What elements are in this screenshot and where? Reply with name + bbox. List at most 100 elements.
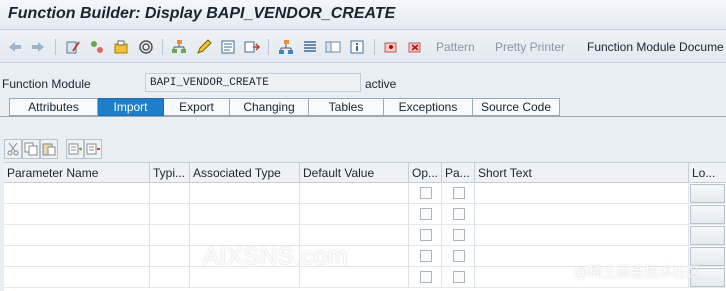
application-toolbar: Pattern Pretty Printer Function Module D… — [0, 31, 726, 63]
function-module-status: active — [365, 77, 397, 91]
column-header-parameter-name[interactable]: Parameter Name — [4, 163, 150, 183]
navigate-icon[interactable] — [243, 38, 261, 56]
column-header-optional[interactable]: Op... — [409, 163, 442, 183]
short-text-cell[interactable] — [475, 183, 689, 204]
optional-cell — [409, 204, 442, 225]
table-row — [4, 183, 726, 204]
set-breakpoint-icon[interactable] — [382, 38, 400, 56]
long-text-button[interactable] — [690, 226, 725, 245]
long-text-cell — [689, 204, 726, 225]
associated-type-cell[interactable] — [190, 183, 300, 204]
pass-value-cell — [442, 225, 475, 246]
optional-checkbox[interactable] — [420, 208, 432, 220]
where-used-icon[interactable] — [137, 38, 155, 56]
parameter-name-cell[interactable] — [4, 267, 150, 288]
function-module-documentation-button[interactable]: Function Module Docume — [587, 40, 724, 54]
pretty-printer-button[interactable]: Pretty Printer — [495, 40, 565, 54]
default-value-cell[interactable] — [300, 183, 409, 204]
function-module-row: Function Module BAPI_VENDOR_CREATE activ… — [0, 72, 726, 94]
cut-icon[interactable] — [4, 139, 22, 159]
pattern-button[interactable]: Pattern — [436, 40, 475, 54]
long-text-cell — [689, 183, 726, 204]
pass-value-cell — [442, 204, 475, 225]
display-object-list-icon[interactable] — [219, 38, 237, 56]
tab-import[interactable]: Import — [98, 98, 164, 116]
tab-attributes[interactable]: Attributes — [9, 98, 98, 116]
optional-checkbox[interactable] — [420, 250, 432, 262]
insert-row-icon[interactable] — [66, 139, 84, 159]
edit-icon[interactable] — [195, 38, 213, 56]
associated-type-cell[interactable] — [190, 204, 300, 225]
delete-breakpoint-icon[interactable] — [406, 38, 424, 56]
parameter-name-cell[interactable] — [4, 246, 150, 267]
long-text-button[interactable] — [690, 184, 725, 203]
toolbar-separator — [374, 39, 375, 55]
display-change-icon[interactable] — [64, 38, 82, 56]
column-header-long-text[interactable]: Lo... — [689, 163, 726, 183]
hierarchy-icon[interactable] — [170, 38, 188, 56]
function-module-field[interactable]: BAPI_VENDOR_CREATE — [145, 73, 361, 92]
tab-strip: Attributes Import Export Changing Tables… — [9, 98, 560, 116]
typing-cell[interactable] — [150, 183, 190, 204]
info-icon[interactable] — [348, 38, 366, 56]
stack-icon[interactable] — [301, 38, 319, 56]
long-text-button[interactable] — [690, 205, 725, 224]
title-bar: Function Builder: Display BAPI_VENDOR_CR… — [0, 0, 726, 30]
typing-cell[interactable] — [150, 246, 190, 267]
short-text-cell[interactable] — [475, 225, 689, 246]
long-text-cell — [689, 225, 726, 246]
tab-export[interactable]: Export — [164, 98, 230, 116]
pass-value-cell — [442, 183, 475, 204]
default-value-cell[interactable] — [300, 204, 409, 225]
pass-value-checkbox[interactable] — [453, 271, 465, 283]
column-header-associated-type[interactable]: Associated Type — [190, 163, 300, 183]
pass-value-cell — [442, 267, 475, 288]
back-arrow-icon[interactable] — [7, 38, 23, 56]
active-inactive-icon[interactable] — [88, 38, 106, 56]
column-header-short-text[interactable]: Short Text — [475, 163, 689, 183]
tab-changing[interactable]: Changing — [230, 98, 309, 116]
toolbar-separator — [268, 39, 269, 55]
pass-value-checkbox[interactable] — [453, 250, 465, 262]
table-row — [4, 204, 726, 225]
forward-arrow-icon[interactable] — [30, 38, 46, 56]
window-title: Function Builder: Display BAPI_VENDOR_CR… — [8, 5, 396, 22]
short-text-cell[interactable] — [475, 204, 689, 225]
frame-icon[interactable] — [324, 38, 342, 56]
parameter-name-cell[interactable] — [4, 225, 150, 246]
pass-value-cell — [442, 246, 475, 267]
table-row — [4, 225, 726, 246]
pass-value-checkbox[interactable] — [453, 229, 465, 241]
optional-checkbox[interactable] — [420, 229, 432, 241]
column-header-pass-value[interactable]: Pa... — [442, 163, 475, 183]
paste-icon[interactable] — [40, 139, 58, 159]
parameter-name-cell[interactable] — [4, 183, 150, 204]
function-module-label: Function Module — [2, 77, 91, 91]
optional-cell — [409, 246, 442, 267]
optional-cell — [409, 225, 442, 246]
pass-value-checkbox[interactable] — [453, 187, 465, 199]
optional-checkbox[interactable] — [420, 187, 432, 199]
watermark-text: AIXSNS.com — [203, 243, 349, 270]
column-header-typing[interactable]: Typi... — [150, 163, 190, 183]
optional-checkbox[interactable] — [420, 271, 432, 283]
tab-exceptions[interactable]: Exceptions — [384, 98, 473, 116]
typing-cell[interactable] — [150, 225, 190, 246]
typing-cell[interactable] — [150, 204, 190, 225]
tab-tables[interactable]: Tables — [309, 98, 384, 116]
toolbar-separator — [55, 39, 56, 55]
tab-source-code[interactable]: Source Code — [473, 98, 560, 116]
delete-row-icon[interactable] — [84, 139, 102, 159]
other-object-icon[interactable] — [112, 38, 130, 56]
typing-cell[interactable] — [150, 267, 190, 288]
table-toolbar — [4, 138, 102, 160]
object-tree-icon[interactable] — [277, 38, 295, 56]
table-header: Parameter Name Typi... Associated Type D… — [4, 163, 726, 183]
column-header-default-value[interactable]: Default Value — [300, 163, 409, 183]
watermark-secondary-text: @稀土掘金技术社区 — [574, 264, 701, 280]
copy-icon[interactable] — [22, 139, 40, 159]
pass-value-checkbox[interactable] — [453, 208, 465, 220]
toolbar-separator — [162, 39, 163, 55]
parameter-name-cell[interactable] — [4, 204, 150, 225]
optional-cell — [409, 183, 442, 204]
